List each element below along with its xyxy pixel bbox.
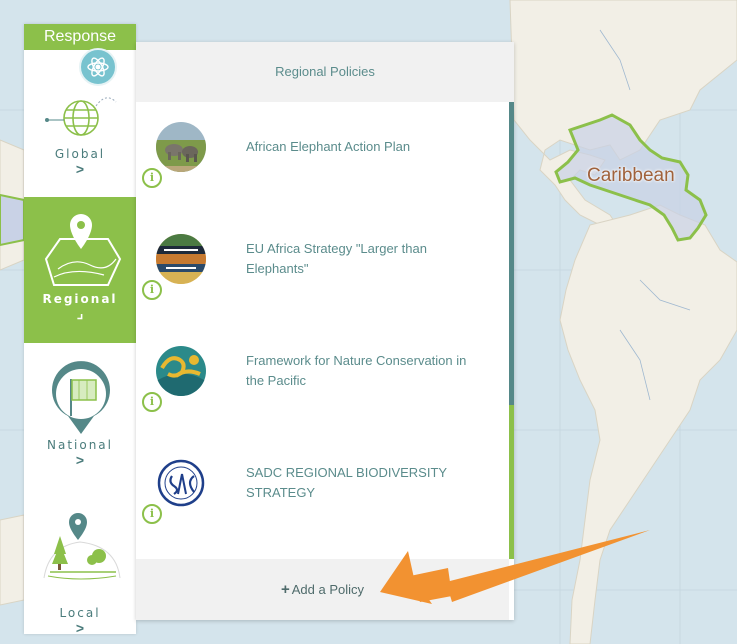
callout-arrow (380, 530, 650, 604)
